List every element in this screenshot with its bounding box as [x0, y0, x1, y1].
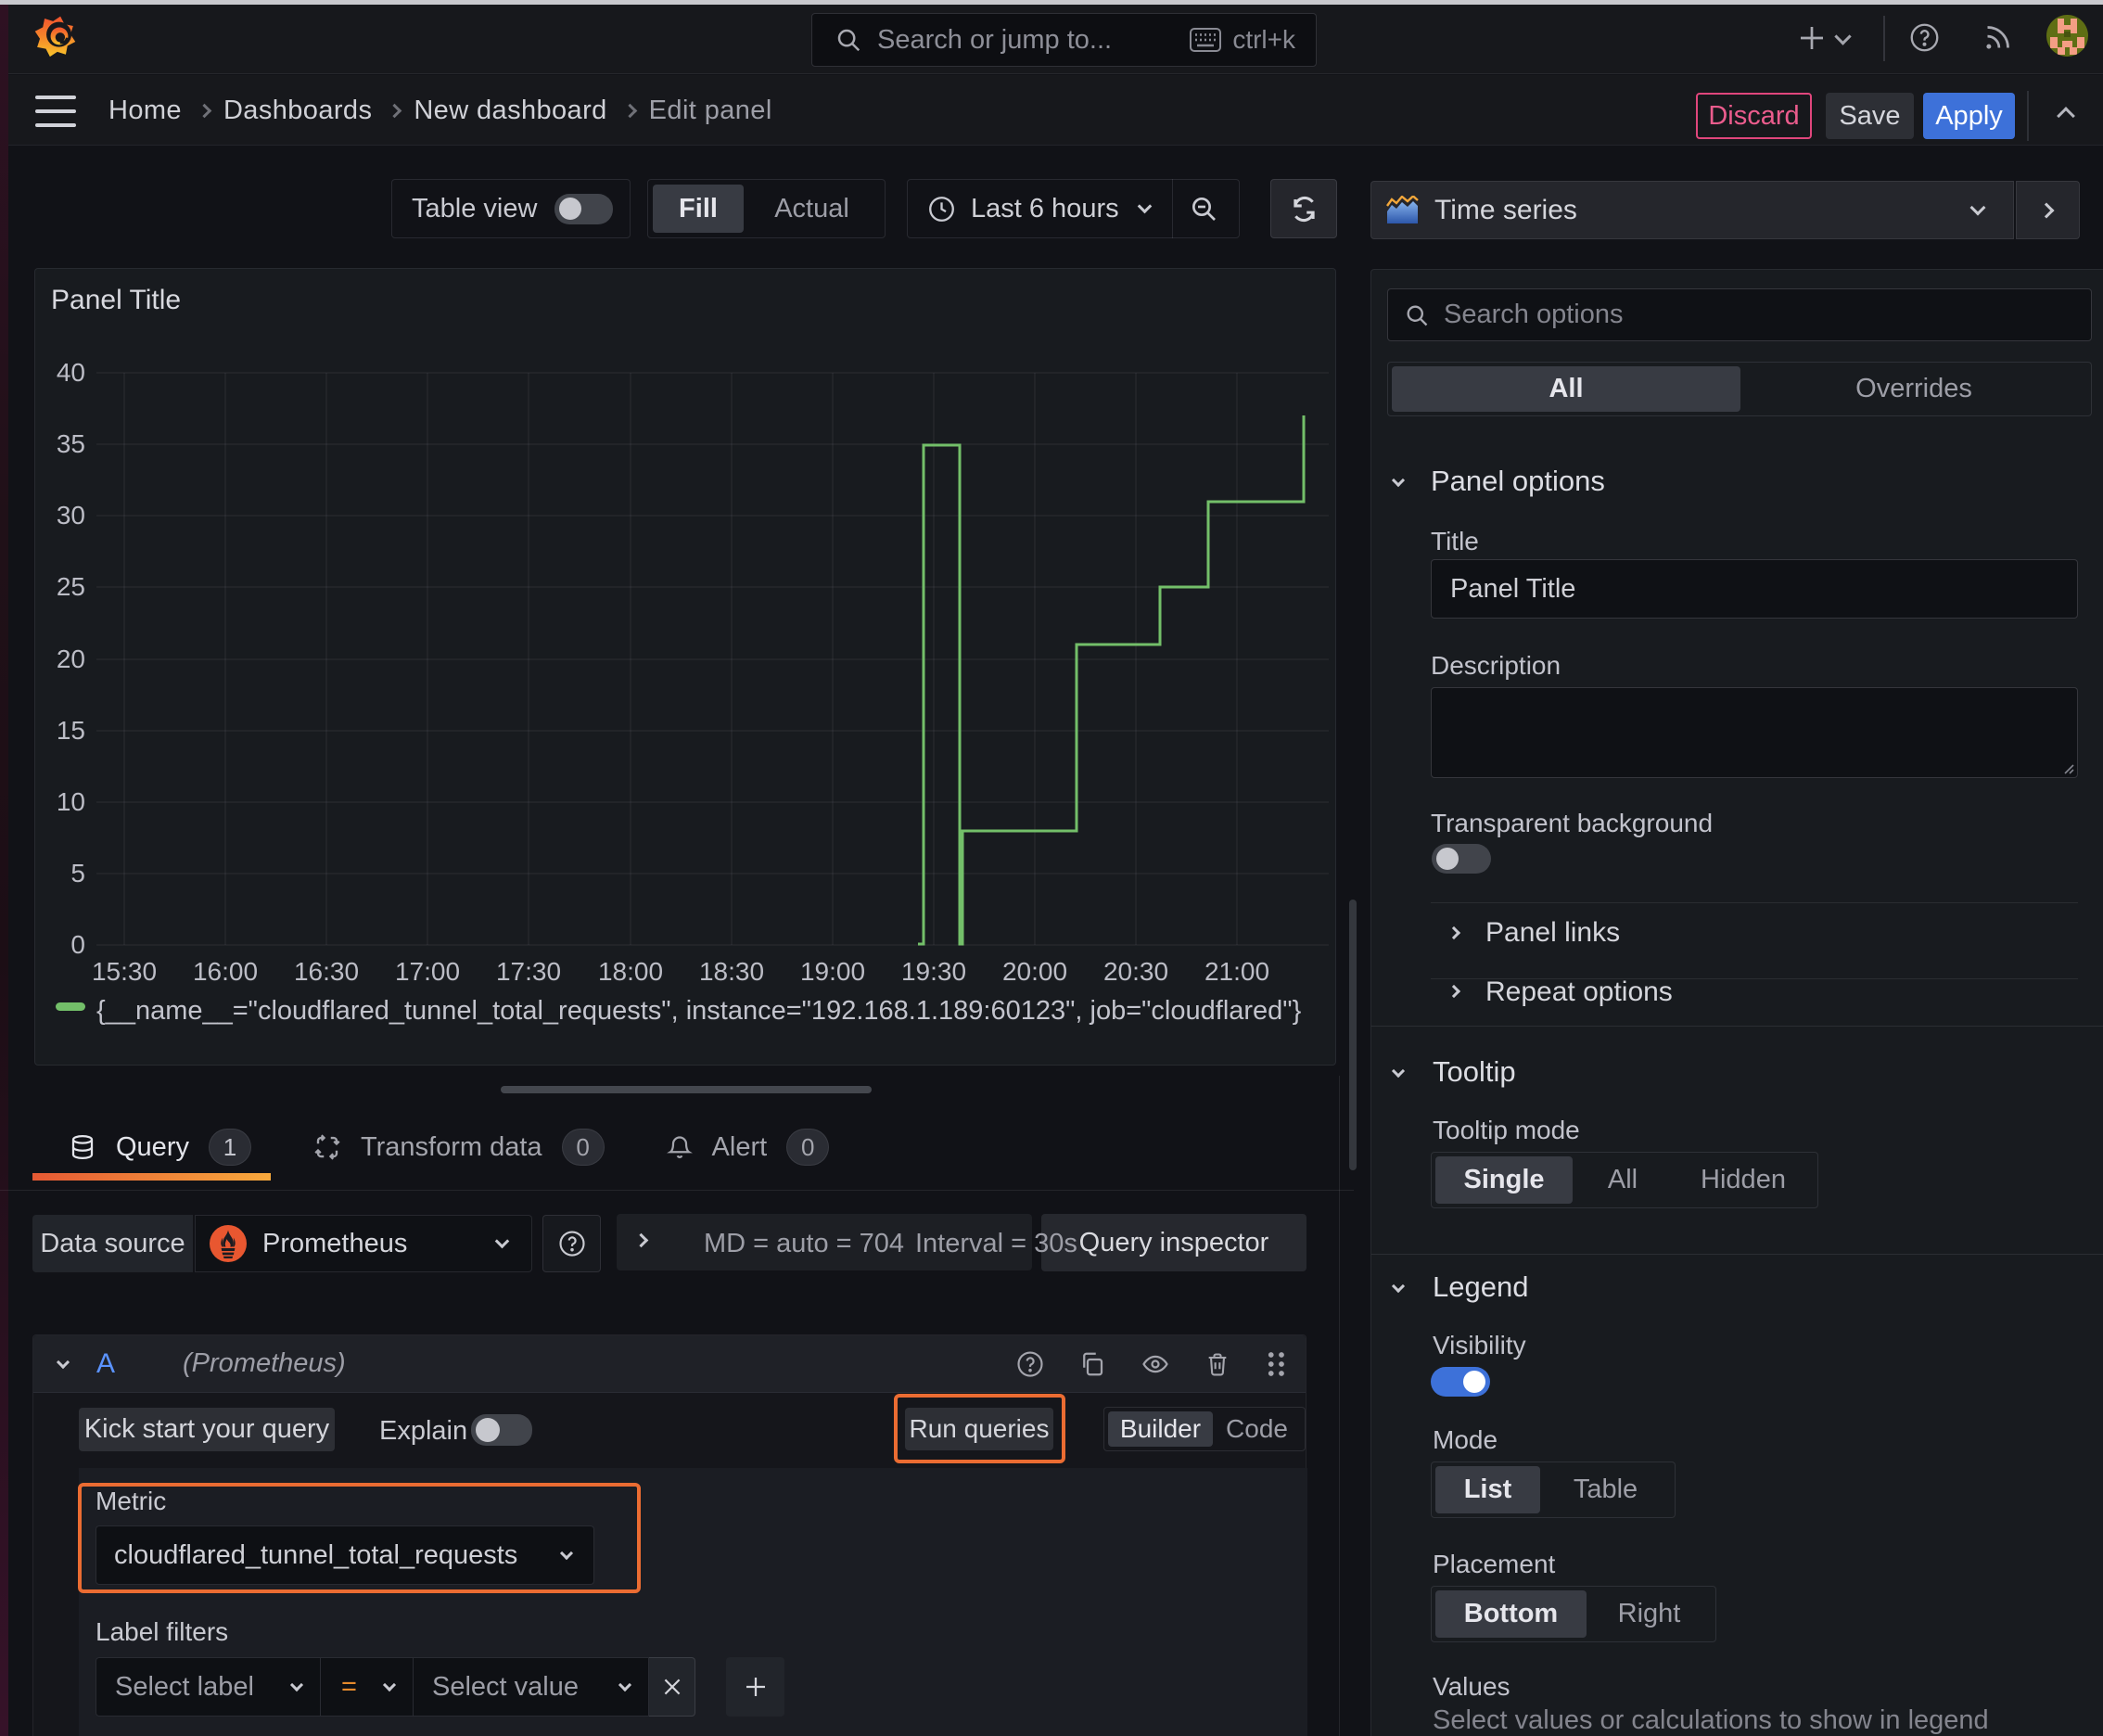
svg-text:20:30: 20:30 [1103, 957, 1168, 986]
svg-text:17:30: 17:30 [496, 957, 561, 986]
svg-text:20:00: 20:00 [1002, 957, 1067, 986]
svg-text:0: 0 [70, 930, 85, 959]
svg-text:17:00: 17:00 [395, 957, 460, 986]
svg-text:25: 25 [57, 572, 85, 601]
svg-text:20: 20 [57, 645, 85, 673]
svg-text:30: 30 [57, 501, 85, 530]
svg-text:5: 5 [70, 859, 85, 887]
svg-text:{__name__="cloudflared_tunnel_: {__name__="cloudflared_tunnel_total_requ… [96, 996, 1302, 1026]
svg-text:18:00: 18:00 [598, 957, 663, 986]
svg-text:19:30: 19:30 [901, 957, 966, 986]
svg-text:16:30: 16:30 [294, 957, 359, 986]
svg-text:18:30: 18:30 [699, 957, 764, 986]
svg-text:19:00: 19:00 [800, 957, 865, 986]
svg-text:35: 35 [57, 429, 85, 458]
svg-text:15:30: 15:30 [92, 957, 157, 986]
svg-text:15: 15 [57, 716, 85, 745]
svg-text:21:00: 21:00 [1204, 957, 1269, 986]
svg-text:16:00: 16:00 [193, 957, 258, 986]
svg-text:10: 10 [57, 787, 85, 816]
svg-text:40: 40 [57, 358, 85, 387]
